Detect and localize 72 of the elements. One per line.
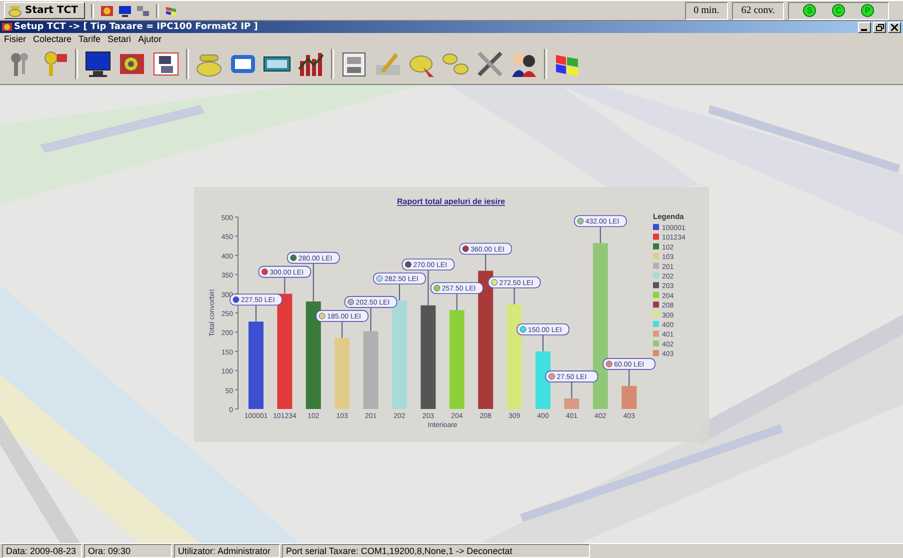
- window-title: Setup TCT -> [ Tip Taxare = IPC100 Format2 IP ]: [14, 22, 259, 32]
- close-button[interactable]: [888, 22, 901, 32]
- color-dot: [577, 217, 584, 224]
- leader-line: [628, 368, 630, 386]
- close-icon: [891, 24, 898, 30]
- color-dot: [348, 298, 354, 305]
- status-panel: Utilizator: Administrator: [174, 544, 280, 558]
- color-dot: [491, 278, 498, 286]
- status-indicator: C: [832, 4, 845, 17]
- monitor-icon[interactable]: [83, 49, 113, 79]
- leader-line: [485, 253, 486, 271]
- status-panel: Data: 2009-08-23: [2, 544, 82, 558]
- leader-line: [600, 226, 601, 244]
- menu-item[interactable]: Fisier: [4, 34, 26, 44]
- value-label-background: [258, 265, 312, 278]
- color-dot: [404, 260, 412, 268]
- status-panel: Ora: 09:30: [84, 544, 172, 558]
- menu-item[interactable]: Setari: [108, 34, 132, 44]
- color-dot: [520, 326, 526, 332]
- menu-item[interactable]: Tarife: [78, 34, 101, 44]
- value-label-background: [516, 323, 570, 335]
- leader-line: [399, 283, 400, 301]
- leader-line: [571, 380, 572, 398]
- value-label-background: [488, 276, 541, 288]
- color-dot: [376, 274, 383, 282]
- restore-icon: [876, 24, 884, 30]
- menu-item[interactable]: Colectare: [33, 34, 72, 44]
- color-dot: [434, 284, 440, 291]
- status-indicator: P: [861, 4, 874, 17]
- leader-line: [514, 286, 515, 304]
- value-label-background: [574, 214, 627, 227]
- restore-button[interactable]: [873, 22, 886, 32]
- color-dot: [606, 360, 612, 367]
- leader-line: [456, 292, 458, 310]
- value-label-background: [287, 251, 340, 264]
- color-dot: [290, 254, 297, 261]
- color-dot: [232, 296, 240, 302]
- leader-line: [428, 269, 429, 306]
- leader-line: [542, 334, 544, 352]
- flag-icon[interactable]: [164, 4, 177, 16]
- value-label-background: [545, 370, 598, 382]
- color-dot: [548, 372, 555, 380]
- value-label-background: [430, 282, 484, 294]
- color-dot: [318, 312, 326, 319]
- minimize-button[interactable]: [858, 22, 871, 32]
- leader-line: [370, 306, 372, 332]
- monitor-icon[interactable]: [118, 4, 132, 18]
- status-indicator: S: [803, 4, 816, 17]
- menu-item[interactable]: Ajutor: [138, 34, 162, 44]
- bar: [536, 350, 550, 408]
- value-label-background: [316, 310, 368, 322]
- value-label-background: [373, 272, 426, 284]
- app-icon: [2, 22, 12, 32]
- value-label-background: [344, 296, 398, 308]
- leader-line: [312, 262, 314, 302]
- leader-line: [342, 320, 343, 338]
- value-label-background: [459, 242, 512, 254]
- color-dot: [261, 268, 268, 275]
- value-label-background: [602, 358, 656, 370]
- bar: [564, 398, 580, 408]
- start-button[interactable]: Start TCT: [4, 2, 85, 19]
- leader-line: [284, 276, 286, 294]
- bar: [334, 337, 350, 408]
- value-label-background: [402, 258, 455, 270]
- conversations-counter: 62 conv.: [732, 2, 784, 20]
- minutes-counter: 0 min.: [684, 2, 728, 20]
- color-dot: [462, 245, 469, 252]
- chart-title: Raport total apeluri de iesire: [396, 196, 506, 206]
- bar: [622, 385, 637, 408]
- telephone-icon: [8, 4, 22, 16]
- status-panel: Port serial Taxare: COM1,19200,8,None,1 -> Deconectat: [282, 544, 590, 558]
- tools-icon[interactable]: [475, 49, 505, 79]
